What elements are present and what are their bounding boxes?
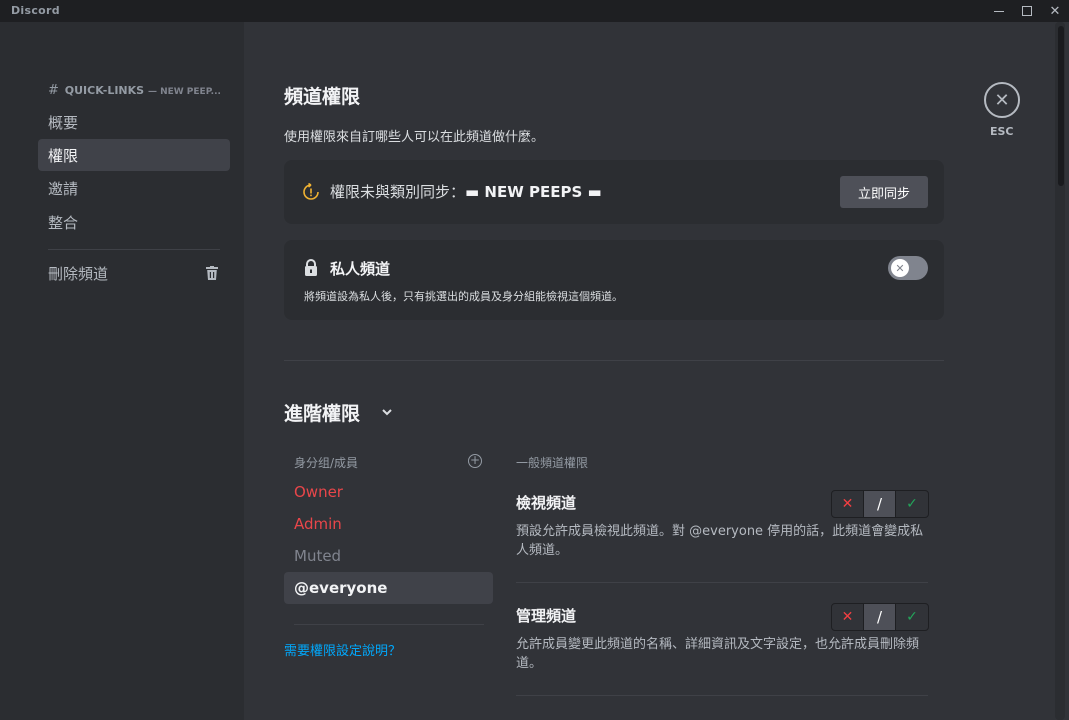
permission-description: 允許成員變更此頻道的名稱、詳細資訊及文字設定，也允許成員刪除頻道。 (516, 637, 920, 671)
esc-label: ESC (990, 125, 1014, 138)
maximize-icon (1022, 6, 1032, 16)
sync-status-label: 權限未與類別同步： (330, 183, 466, 201)
close-window-button[interactable]: ✕ (1041, 0, 1069, 22)
sync-category-name: ▬ NEW PEEPS ▬ (465, 183, 602, 201)
role-muted[interactable]: Muted (284, 540, 493, 572)
chevron-down-icon[interactable] (381, 406, 393, 418)
sidebar-channel-header: # QUICK-LINKS — NEW PEEP... (48, 83, 228, 98)
trash-icon (206, 266, 218, 280)
toggle-off-icon: ✕ (891, 259, 909, 277)
channel-name: QUICK-LINKS (64, 84, 145, 97)
allow-button[interactable]: ✓ (896, 604, 928, 630)
hash-icon: # (48, 83, 59, 98)
sidebar-item-integrations[interactable]: 整合 (38, 206, 230, 238)
advanced-permissions-title: 進階權限 (284, 403, 361, 425)
permission-name: 管理頻道 (516, 607, 577, 625)
sidebar-item-label: 概要 (48, 113, 79, 132)
deny-button[interactable]: ✕ (832, 491, 864, 517)
permission-tristate: ✕ / ✓ (831, 603, 929, 631)
close-icon: ✕ (1049, 3, 1061, 19)
permission-description: 預設允許成員檢視此頻道。對 @everyone 停用的話，此頻道會變成私人頻道。 (516, 524, 924, 558)
delete-channel-button[interactable]: 刪除頻道 (38, 257, 230, 289)
close-settings-button[interactable]: ✕ (984, 82, 1020, 118)
sync-warning-icon (303, 183, 319, 200)
section-divider (284, 360, 944, 361)
permission-divider (516, 695, 928, 696)
close-icon: ✕ (994, 89, 1010, 111)
sync-now-button[interactable]: 立即同步 (840, 176, 928, 208)
maximize-button[interactable] (1013, 0, 1041, 22)
minimize-button[interactable] (985, 0, 1013, 22)
roles-divider (294, 624, 484, 625)
sidebar-divider (48, 249, 220, 250)
permission-tristate: ✕ / ✓ (831, 490, 929, 518)
allow-button[interactable]: ✓ (896, 491, 928, 517)
page-title: 頻道權限 (284, 86, 361, 108)
settings-sidebar: # QUICK-LINKS — NEW PEEP... 概要 權限 邀請 整合 … (0, 22, 244, 720)
roles-header: 身分组/成員 (294, 456, 359, 470)
app-title: Discord (11, 4, 60, 17)
private-channel-panel: 私人頻道 將頻道設為私人後，只有挑選出的成員及身分組能檢視這個頻道。 ✕ (284, 240, 944, 320)
neutral-button[interactable]: / (864, 604, 896, 630)
sync-banner: 權限未與類別同步：▬ NEW PEEPS ▬ 立即同步 (284, 160, 944, 224)
sidebar-item-label: 權限 (48, 146, 79, 165)
sidebar-item-overview[interactable]: 概要 (38, 106, 230, 138)
delete-channel-label: 刪除頻道 (48, 264, 109, 283)
role-owner[interactable]: Owner (284, 476, 493, 508)
role-admin[interactable]: Admin (284, 508, 493, 540)
lock-icon (305, 259, 317, 276)
category-name: — NEW PEEP... (147, 87, 221, 97)
permissions-help-link[interactable]: 需要權限設定說明？ (284, 640, 401, 659)
scrollbar-thumb[interactable] (1058, 26, 1064, 186)
sync-status-text: 權限未與類別同步：▬ NEW PEEPS ▬ (330, 181, 602, 202)
deny-button[interactable]: ✕ (832, 604, 864, 630)
permission-section-title: 一般頻道權限 (516, 456, 589, 470)
sidebar-item-invites[interactable]: 邀請 (38, 172, 230, 204)
permission-divider (516, 582, 928, 583)
title-bar: Discord ✕ (0, 0, 1069, 22)
sidebar-item-label: 整合 (48, 213, 79, 232)
permission-name: 檢視頻道 (516, 494, 577, 512)
private-channel-toggle[interactable]: ✕ (888, 256, 928, 280)
sidebar-item-label: 邀請 (48, 179, 79, 198)
private-channel-title: 私人頻道 (330, 260, 391, 278)
sidebar-item-permissions[interactable]: 權限 (38, 139, 230, 171)
minimize-icon (994, 10, 1004, 12)
neutral-button[interactable]: / (864, 491, 896, 517)
private-channel-description: 將頻道設為私人後，只有挑選出的成員及身分組能檢視這個頻道。 (304, 290, 623, 303)
page-description: 使用權限來自訂哪些人可以在此頻道做什麼。 (284, 130, 545, 145)
main-content: 頻道權限 使用權限來自訂哪些人可以在此頻道做什麼。 權限未與類別同步：▬ NEW… (244, 22, 1069, 720)
add-role-icon[interactable]: + (468, 454, 482, 468)
role-everyone[interactable]: @everyone (284, 572, 493, 604)
